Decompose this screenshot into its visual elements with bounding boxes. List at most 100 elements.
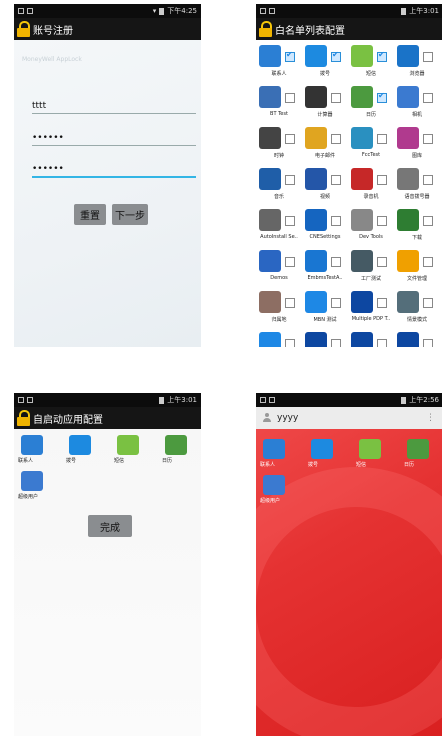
- checkbox[interactable]: [331, 50, 341, 62]
- app-checkbox-item[interactable]: 下载: [394, 206, 440, 246]
- title-bar: 账号注册: [14, 18, 201, 40]
- checkbox[interactable]: [331, 175, 341, 185]
- checkbox[interactable]: [423, 93, 433, 103]
- app-checkbox-item[interactable]: QSensorTest: [302, 329, 348, 347]
- app-icon: [259, 45, 281, 67]
- notification-icon: [269, 397, 275, 403]
- app-label: 电子邮件: [314, 153, 335, 159]
- reset-button[interactable]: 重置: [74, 204, 106, 225]
- checkbox[interactable]: [377, 339, 387, 347]
- app-checkbox-item[interactable]: Multiple PDP T..: [348, 288, 394, 328]
- checkbox[interactable]: [285, 93, 295, 103]
- overflow-menu-icon[interactable]: ⋮: [426, 413, 435, 423]
- app-checkbox-item[interactable]: 相机: [394, 83, 440, 123]
- checkbox[interactable]: [285, 339, 295, 347]
- checkbox[interactable]: [423, 134, 433, 144]
- app-item[interactable]: 日历: [162, 433, 198, 467]
- app-checkbox-item[interactable]: MBN 测试: [302, 288, 348, 328]
- app-checkbox-item[interactable]: 音乐: [256, 165, 302, 205]
- checkbox[interactable]: [423, 339, 433, 347]
- checkbox[interactable]: [331, 339, 341, 347]
- app-label: MBN 测试: [313, 317, 337, 323]
- checkbox[interactable]: [423, 216, 433, 226]
- app-checkbox-item[interactable]: 短信: [348, 42, 394, 82]
- app-checkbox-item[interactable]: 工厂测试: [348, 247, 394, 287]
- app-checkbox-item[interactable]: 联系人: [256, 42, 302, 82]
- app-item[interactable]: 拨号: [66, 433, 102, 467]
- checkbox[interactable]: [285, 257, 295, 267]
- app-checkbox-item[interactable]: 录音机: [348, 165, 394, 205]
- app-label: 文件管理: [406, 276, 427, 282]
- app-checkbox-item[interactable]: Qualcomm Se..: [394, 329, 440, 347]
- app-icon: [397, 332, 419, 347]
- checkbox[interactable]: [423, 257, 433, 267]
- checkbox[interactable]: [331, 298, 341, 308]
- app-checkbox-item[interactable]: 系统升级: [256, 329, 302, 347]
- checkbox[interactable]: [331, 93, 341, 103]
- app-checkbox-item[interactable]: CNESettings: [302, 206, 348, 246]
- app-item[interactable]: 短信: [356, 437, 392, 471]
- checkbox[interactable]: [377, 257, 387, 267]
- app-checkbox-item[interactable]: QVTester-04: [348, 329, 394, 347]
- app-item[interactable]: 拨号: [308, 437, 344, 471]
- password-field[interactable]: ••••••: [32, 128, 196, 146]
- app-icon: [305, 86, 327, 108]
- checkbox[interactable]: [377, 175, 387, 185]
- app-icon: [263, 439, 285, 459]
- screen-account-register: ▾ 下午4:25 账号注册 MoneyWell AppLock tttt ••••…: [14, 4, 201, 347]
- checkbox[interactable]: [377, 298, 387, 308]
- app-icon: [397, 250, 419, 272]
- user-name: yyyy: [277, 413, 299, 423]
- app-checkbox-item[interactable]: BT Test: [256, 83, 302, 123]
- checkbox[interactable]: [285, 175, 295, 185]
- app-item[interactable]: 短信: [114, 433, 150, 467]
- status-bar: ▾ 下午4:25: [14, 4, 201, 18]
- app-label: 语音拨号器: [404, 194, 430, 200]
- checkbox[interactable]: [285, 134, 295, 144]
- username-field[interactable]: tttt: [32, 96, 196, 114]
- app-checkbox-item[interactable]: EmbmsTestA..: [302, 247, 348, 287]
- app-icon: [351, 332, 373, 347]
- checkbox[interactable]: [331, 134, 341, 144]
- checkbox[interactable]: [331, 216, 341, 226]
- checkbox[interactable]: [377, 216, 387, 226]
- app-label: 联系人: [271, 71, 287, 77]
- app-checkbox-item[interactable]: 情景模式: [394, 288, 440, 328]
- app-checkbox-item[interactable]: 浏览器: [394, 42, 440, 82]
- confirm-password-field[interactable]: ••••••: [32, 160, 196, 178]
- app-checkbox-item[interactable]: AutoInstall Se..: [256, 206, 302, 246]
- app-checkbox-item[interactable]: 文件管理: [394, 247, 440, 287]
- next-button[interactable]: 下一步: [112, 204, 148, 225]
- app-icon: [259, 127, 281, 149]
- app-checkbox-item[interactable]: 归属地: [256, 288, 302, 328]
- app-checkbox-item[interactable]: Dev Tools: [348, 206, 394, 246]
- app-checkbox-item[interactable]: 电子邮件: [302, 124, 348, 164]
- app-item[interactable]: 联系人: [260, 437, 296, 471]
- app-checkbox-item[interactable]: 计算器: [302, 83, 348, 123]
- app-checkbox-item[interactable]: FccTest: [348, 124, 394, 164]
- checkbox[interactable]: [377, 91, 387, 103]
- app-checkbox-item[interactable]: 图库: [394, 124, 440, 164]
- app-checkbox-item[interactable]: 时钟: [256, 124, 302, 164]
- checkbox[interactable]: [423, 52, 433, 62]
- app-checkbox-item[interactable]: 语音拨号器: [394, 165, 440, 205]
- done-button[interactable]: 完成: [88, 515, 132, 537]
- checkbox[interactable]: [377, 50, 387, 62]
- app-item[interactable]: 超级用户: [260, 473, 296, 507]
- checkbox[interactable]: [285, 50, 295, 62]
- checkbox[interactable]: [423, 298, 433, 308]
- app-item[interactable]: 超级用户: [18, 469, 54, 503]
- app-icon: [263, 475, 285, 495]
- app-checkbox-item[interactable]: 拨号: [302, 42, 348, 82]
- checkbox[interactable]: [377, 134, 387, 144]
- app-checkbox-item[interactable]: Demos: [256, 247, 302, 287]
- app-item[interactable]: 日历: [404, 437, 440, 471]
- checkbox[interactable]: [285, 298, 295, 308]
- app-item[interactable]: 联系人: [18, 433, 54, 467]
- app-checkbox-item[interactable]: 视频: [302, 165, 348, 205]
- app-icon: [165, 435, 187, 455]
- app-checkbox-item[interactable]: 日历: [348, 83, 394, 123]
- checkbox[interactable]: [423, 175, 433, 185]
- checkbox[interactable]: [285, 216, 295, 226]
- checkbox[interactable]: [331, 257, 341, 267]
